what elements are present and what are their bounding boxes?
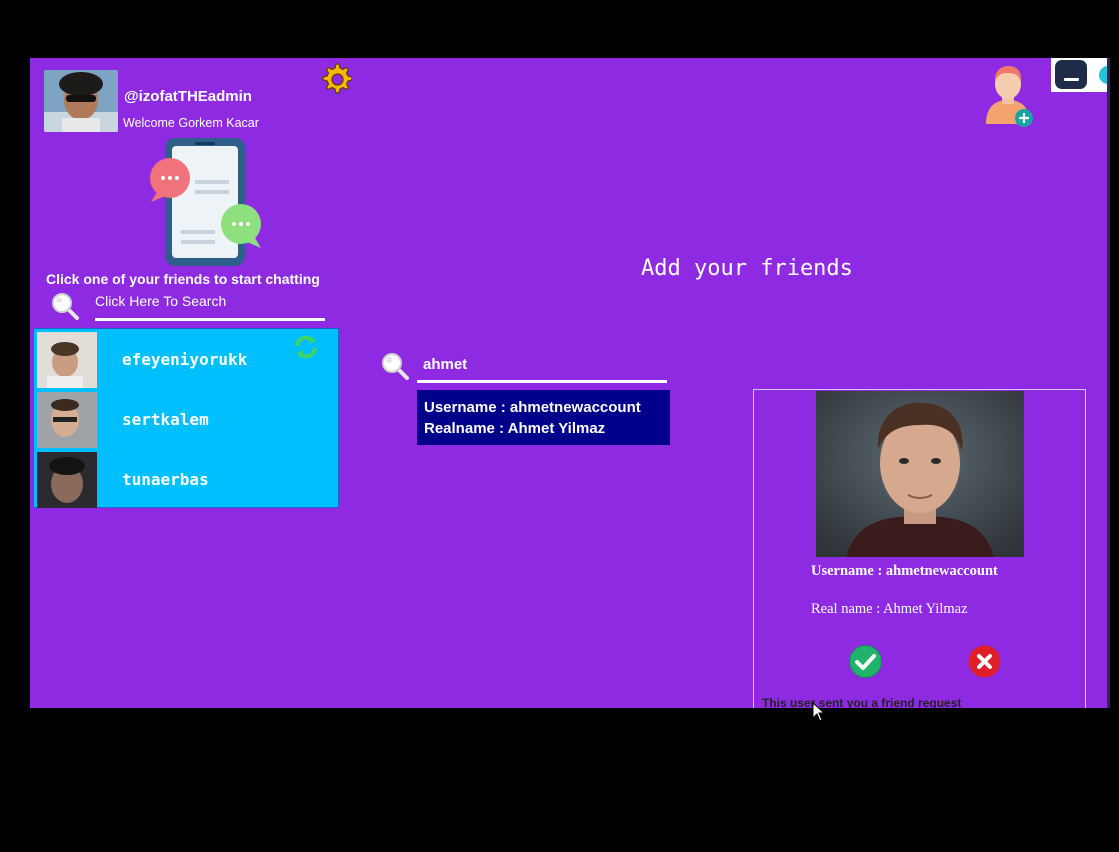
add-friend-icon[interactable] [980, 64, 1036, 130]
close-icon [968, 645, 1001, 678]
friend-search-input[interactable]: Click Here To Search [95, 293, 226, 309]
friend-request-card: Username : ahmetnewaccount Real name : A… [753, 389, 1086, 708]
chat-illustration [145, 138, 267, 270]
result-realname: Realname : Ahmet Yilmaz [424, 420, 606, 437]
window-circle-button[interactable] [1099, 66, 1107, 84]
friend-list: efeyeniyorukk sertkalem tunaerbas [33, 328, 339, 508]
chat-hint: Click one of your friends to start chatt… [46, 271, 320, 287]
username: @izofatTHEadmin [124, 88, 252, 105]
refresh-icon[interactable] [292, 333, 320, 361]
mouse-cursor-icon [812, 701, 826, 722]
friend-name: tunaerbas [122, 470, 209, 489]
gear-icon[interactable] [320, 62, 353, 94]
welcome-text: Welcome Gorkem Kacar [123, 116, 259, 130]
search-result-item[interactable]: Username : ahmetnewaccount Realname : Ah… [417, 390, 670, 445]
window-edge [1107, 58, 1110, 708]
window-controls [1051, 58, 1107, 92]
page-title: Add your friends [641, 256, 853, 281]
app-window: @izofatTHEadmin Welcome Gorkem Kacar Cli [30, 58, 1107, 708]
request-username: Username : ahmetnewaccount [811, 563, 998, 579]
avatar[interactable] [44, 70, 118, 132]
friend-item-tunaerbas[interactable]: tunaerbas [37, 452, 337, 508]
check-icon [849, 645, 882, 678]
user-search-input[interactable]: ahmet [423, 356, 467, 373]
request-realname: Real name : Ahmet Yilmaz [811, 601, 968, 617]
search-icon [50, 291, 80, 321]
reject-request-button[interactable] [968, 645, 1001, 678]
friend-item-sertkalem[interactable]: sertkalem [37, 392, 337, 448]
user-search-underline [417, 380, 667, 383]
friend-name: sertkalem [122, 410, 209, 429]
friend-avatar [37, 452, 97, 508]
search-icon [380, 351, 410, 381]
accept-request-button[interactable] [849, 645, 882, 678]
friend-name: efeyeniyorukk [122, 350, 248, 369]
profile-photo [816, 391, 1024, 557]
result-username: Username : ahmetnewaccount [424, 399, 641, 416]
friend-avatar [37, 332, 97, 388]
request-note: This user sent you a friend request [762, 696, 962, 708]
friend-avatar [37, 392, 97, 448]
friend-search-underline [95, 318, 325, 321]
minimize-icon[interactable] [1055, 60, 1087, 89]
